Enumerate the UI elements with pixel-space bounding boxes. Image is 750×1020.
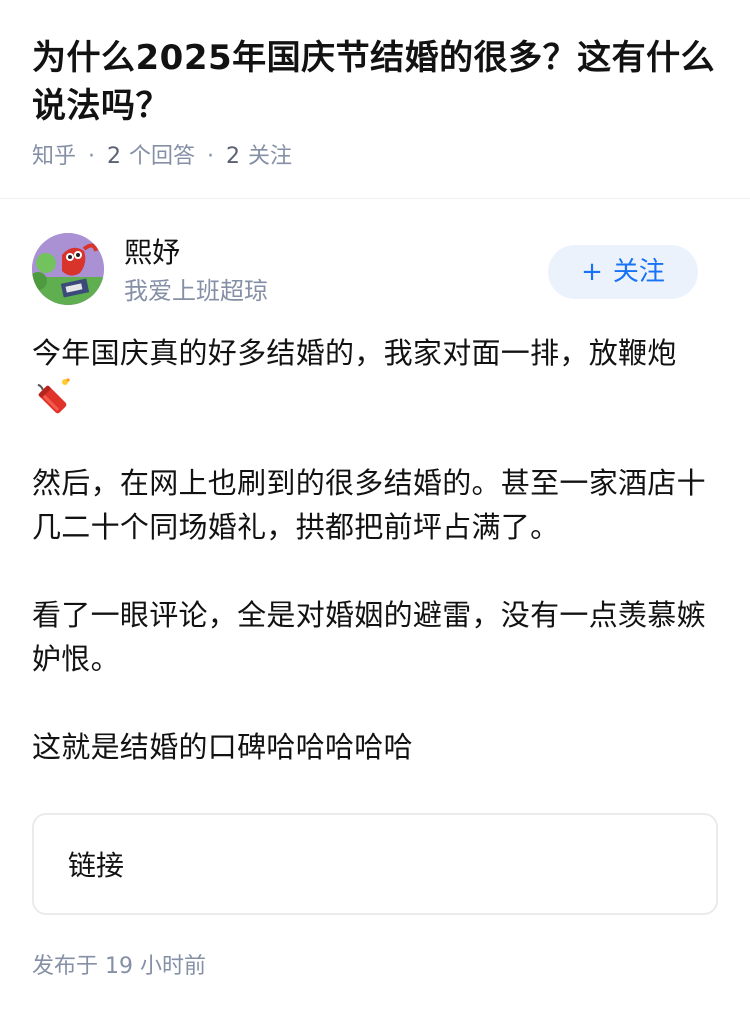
author-bio: 我爱上班超琼 [124,277,268,305]
plus-icon: + [581,257,603,287]
source-label[interactable]: 知乎 [32,142,76,172]
followers-label[interactable]: 关注 [248,142,292,172]
answers-label[interactable]: 个回答 [129,142,195,172]
answer-text: 今年国庆真的好多结婚的，我家对面一排，放鞭炮 [32,336,677,370]
answer-paragraph: 这就是结婚的口碑哈哈哈哈哈 [32,730,413,764]
publish-info: 发布于 19 小时前 [0,915,750,983]
follow-label: 关注 [612,257,665,287]
answer-paragraph: 然后，在网上也刷到的很多结婚的。甚至一家酒店十几二十个同场婚礼，拱都把前坪占满了… [32,466,706,544]
separator-dot: · [207,144,215,169]
publish-prefix: 发布于 [32,954,99,979]
question-header: 为什么2025年国庆节结婚的很多？这有什么说法吗？ 知乎 · 2 个回答 · 2… [0,0,750,172]
avatar[interactable] [32,233,104,305]
follow-button[interactable]: + 关注 [548,245,698,299]
link-card-label: 链接 [68,849,125,882]
header-divider [0,198,750,199]
link-card[interactable]: 链接 [32,813,718,915]
answer-paragraph: 今年国庆真的好多结婚的，我家对面一排，放鞭炮 [32,331,718,417]
answers-count: 2 [107,144,122,169]
author-row: 熙妤 我爱上班超琼 + 关注 [0,233,750,335]
separator-dot: · [88,144,96,169]
answer-content: 今年国庆真的好多结婚的，我家对面一排，放鞭炮 然后，在网上也刷到的很多结婚的。甚… [0,331,750,769]
publish-time: 19 小时前 [105,954,207,979]
answer-paragraph: 看了一眼评论，全是对婚姻的避雷，没有一点羡慕嫉妒恨。 [32,598,706,676]
author-name[interactable]: 熙妤 [124,235,180,271]
firecracker-icon [37,378,70,414]
question-title[interactable]: 为什么2025年国庆节结婚的很多？这有什么说法吗？ [32,34,718,130]
question-meta: 知乎 · 2 个回答 · 2 关注 [32,142,718,172]
followers-count: 2 [226,144,241,169]
